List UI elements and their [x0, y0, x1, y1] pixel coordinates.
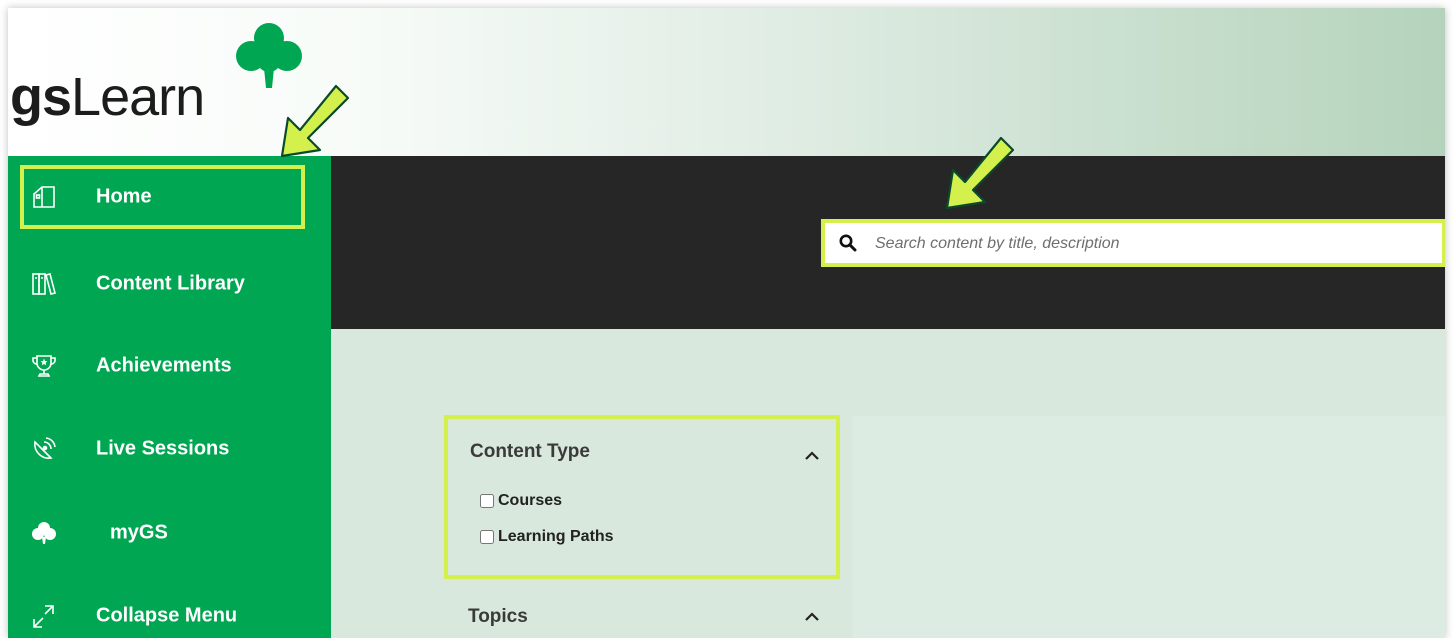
clover-icon [30, 519, 58, 547]
sidebar-item-label: Collapse Menu [96, 604, 238, 627]
learning-paths-checkbox[interactable]: Learning Paths [480, 528, 614, 546]
search-bar[interactable] [821, 219, 1445, 267]
chevron-up-icon[interactable] [804, 612, 820, 622]
collapse-icon [30, 602, 58, 630]
sidebar-item-label: Achievements [96, 354, 232, 377]
satellite-icon [30, 435, 58, 463]
home-icon [30, 183, 58, 211]
topics-title: Topics [468, 606, 528, 627]
chevron-up-icon[interactable] [804, 451, 820, 461]
sidebar-item-label: Live Sessions [96, 437, 230, 460]
checkbox-label: Learning Paths [498, 528, 614, 545]
sidebar-item-home[interactable]: Home [8, 162, 331, 232]
logo-text: gsLearn [10, 67, 205, 127]
sidebar-item-content-library[interactable]: Content Library [8, 249, 331, 319]
sidebar-item-label: Home [96, 185, 152, 208]
sidebar-item-collapse-menu[interactable]: Collapse Menu [8, 581, 331, 638]
gslearn-logo[interactable]: gsLearn [8, 8, 328, 156]
checkbox[interactable] [480, 530, 494, 544]
header: gsLearn [8, 8, 1445, 156]
sidebar-item-label: myGS [110, 521, 168, 544]
content-type-title: Content Type [470, 441, 590, 462]
sidebar: Home Content Library Achievements Live S… [8, 156, 331, 638]
sidebar-item-label: Content Library [96, 272, 245, 295]
content-type-filter: Content Type Courses Learning Paths [444, 415, 840, 579]
trophy-icon [30, 352, 58, 380]
page: gsLearn Home Content Library Achievement… [8, 8, 1445, 638]
search-input[interactable] [873, 229, 1437, 259]
search-icon [839, 234, 857, 252]
trefoil-icon [236, 23, 302, 88]
sidebar-item-achievements[interactable]: Achievements [8, 331, 331, 401]
courses-checkbox[interactable]: Courses [480, 492, 562, 510]
sidebar-item-mygs[interactable]: myGS [8, 498, 331, 568]
checkbox-label: Courses [498, 492, 563, 509]
library-icon [30, 270, 58, 298]
sidebar-item-live-sessions[interactable]: Live Sessions [8, 414, 331, 484]
results-panel [853, 416, 1445, 638]
checkbox[interactable] [480, 494, 494, 508]
